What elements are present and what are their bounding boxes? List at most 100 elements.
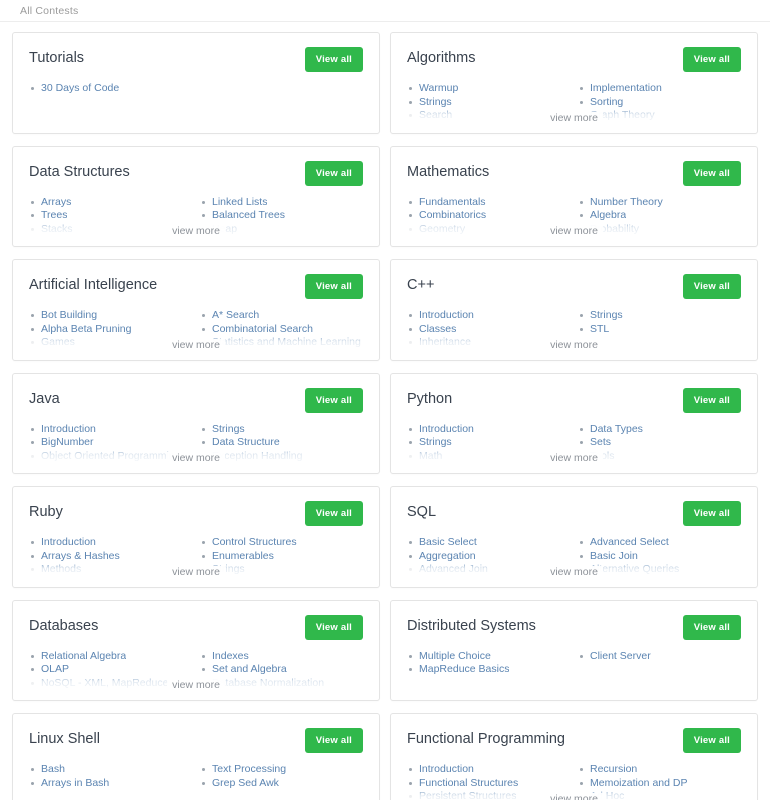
track-item[interactable]: Data Structure xyxy=(200,436,363,450)
track-item[interactable]: Introduction xyxy=(407,763,570,777)
track-item[interactable]: Basic Select xyxy=(407,536,570,550)
view-all-button[interactable]: View all xyxy=(304,501,363,526)
track-item[interactable]: Number Theory xyxy=(578,196,741,210)
track-link[interactable]: Arrays & Hashes xyxy=(41,550,120,564)
track-link[interactable]: Arrays in Bash xyxy=(41,777,109,791)
track-item[interactable]: BigNumber xyxy=(29,436,192,450)
view-all-button[interactable]: View all xyxy=(682,387,741,413)
track-item[interactable]: Data Types xyxy=(578,423,741,437)
view-more-link[interactable]: view more xyxy=(29,225,363,237)
track-link[interactable]: Strings xyxy=(419,96,452,110)
view-all-button[interactable]: View all xyxy=(682,160,741,186)
track-item[interactable]: Multiple Choice xyxy=(407,650,570,664)
track-link[interactable]: Arrays xyxy=(41,196,71,210)
track-item[interactable]: 30 Days of Code xyxy=(29,82,192,96)
track-link[interactable]: Multiple Choice xyxy=(419,650,491,664)
track-item[interactable]: Strings xyxy=(407,436,570,450)
view-all-button[interactable]: View all xyxy=(304,274,363,299)
track-item[interactable]: Classes xyxy=(407,323,570,337)
view-more-link[interactable]: view more xyxy=(407,452,741,464)
track-item[interactable]: Aggregation xyxy=(407,550,570,564)
track-link[interactable]: Introduction xyxy=(419,423,474,437)
track-link[interactable]: Strings xyxy=(590,309,623,323)
track-item[interactable]: Arrays in Bash xyxy=(29,777,192,791)
track-item[interactable]: Functional Structures xyxy=(407,777,570,791)
track-item[interactable]: Algebra xyxy=(578,209,741,223)
view-more-link[interactable]: view more xyxy=(29,452,363,464)
track-link[interactable]: Data Structure xyxy=(212,436,280,450)
track-link[interactable]: Functional Structures xyxy=(419,777,518,791)
track-link[interactable]: Algebra xyxy=(590,209,626,223)
track-link[interactable]: Introduction xyxy=(41,536,96,550)
track-item[interactable]: Warmup xyxy=(407,82,570,96)
view-all-button[interactable]: View all xyxy=(304,160,363,186)
view-more-link[interactable]: view more xyxy=(407,225,741,237)
track-link[interactable]: Strings xyxy=(419,436,452,450)
track-link[interactable]: MapReduce Basics xyxy=(419,663,509,677)
track-item[interactable]: Sets xyxy=(578,436,741,450)
view-all-button[interactable]: View all xyxy=(682,47,741,72)
track-link[interactable]: Introduction xyxy=(41,423,96,437)
track-item[interactable]: Bot Building xyxy=(29,309,192,323)
track-item[interactable]: Introduction xyxy=(29,423,192,437)
breadcrumb[interactable]: All Contests xyxy=(20,5,78,17)
track-link[interactable]: Combinatorics xyxy=(419,209,486,223)
track-link[interactable]: OLAP xyxy=(41,663,69,677)
track-link[interactable]: Bot Building xyxy=(41,309,97,323)
view-all-button[interactable]: View all xyxy=(682,614,741,640)
view-all-button[interactable]: View all xyxy=(682,274,741,299)
track-item[interactable]: Control Structures xyxy=(200,536,363,550)
track-link[interactable]: Balanced Trees xyxy=(212,209,285,223)
track-item[interactable]: Introduction xyxy=(407,309,570,323)
track-link[interactable]: Recursion xyxy=(590,763,637,777)
track-link[interactable]: Memoization and DP xyxy=(590,777,687,791)
track-item[interactable]: Fundamentals xyxy=(407,196,570,210)
track-item[interactable]: Basic Join xyxy=(578,550,741,564)
track-item[interactable]: Text Processing xyxy=(200,763,363,777)
track-item[interactable]: Arrays & Hashes xyxy=(29,550,192,564)
track-item[interactable]: Combinatorial Search xyxy=(200,323,363,337)
view-all-button[interactable]: View all xyxy=(682,728,741,753)
view-more-link[interactable]: view more xyxy=(29,679,363,691)
track-item[interactable]: Strings xyxy=(407,96,570,110)
track-item[interactable]: Sorting xyxy=(578,96,741,110)
track-item[interactable]: MapReduce Basics xyxy=(407,663,570,677)
track-item[interactable]: STL xyxy=(578,323,741,337)
track-item[interactable]: Strings xyxy=(200,423,363,437)
view-all-button[interactable]: View all xyxy=(304,614,363,640)
track-link[interactable]: Advanced Select xyxy=(590,536,669,550)
track-link[interactable]: Sorting xyxy=(590,96,623,110)
track-item[interactable]: Combinatorics xyxy=(407,209,570,223)
track-link[interactable]: Trees xyxy=(41,209,67,223)
track-link[interactable]: Linked Lists xyxy=(212,196,267,210)
view-all-button[interactable]: View all xyxy=(304,728,363,753)
view-more-link[interactable]: view more xyxy=(407,792,741,800)
track-link[interactable]: Introduction xyxy=(419,763,474,777)
track-item[interactable]: Indexes xyxy=(200,650,363,664)
track-link[interactable]: Implementation xyxy=(590,82,662,96)
track-link[interactable]: Number Theory xyxy=(590,196,663,210)
track-item[interactable]: Introduction xyxy=(29,536,192,550)
track-link[interactable]: Grep Sed Awk xyxy=(212,777,279,791)
track-item[interactable]: Enumerables xyxy=(200,550,363,564)
track-item[interactable]: Introduction xyxy=(407,423,570,437)
track-item[interactable]: Relational Algebra xyxy=(29,650,192,664)
track-item[interactable]: Grep Sed Awk xyxy=(200,777,363,791)
track-item[interactable]: Bash xyxy=(29,763,192,777)
track-link[interactable]: Introduction xyxy=(419,309,474,323)
track-link[interactable]: Strings xyxy=(212,423,245,437)
track-link[interactable]: A* Search xyxy=(212,309,259,323)
track-item[interactable]: Recursion xyxy=(578,763,741,777)
track-link[interactable]: STL xyxy=(590,323,609,337)
track-link[interactable]: Relational Algebra xyxy=(41,650,126,664)
track-item[interactable]: Set and Algebra xyxy=(200,663,363,677)
track-link[interactable]: Aggregation xyxy=(419,550,476,564)
track-item[interactable]: Linked Lists xyxy=(200,196,363,210)
track-link[interactable]: Client Server xyxy=(590,650,651,664)
track-item[interactable]: Implementation xyxy=(578,82,741,96)
track-item[interactable]: OLAP xyxy=(29,663,192,677)
track-link[interactable]: Bash xyxy=(41,763,65,777)
track-link[interactable]: Fundamentals xyxy=(419,196,486,210)
view-more-link[interactable]: view more xyxy=(407,338,741,351)
track-link[interactable]: Control Structures xyxy=(212,536,297,550)
